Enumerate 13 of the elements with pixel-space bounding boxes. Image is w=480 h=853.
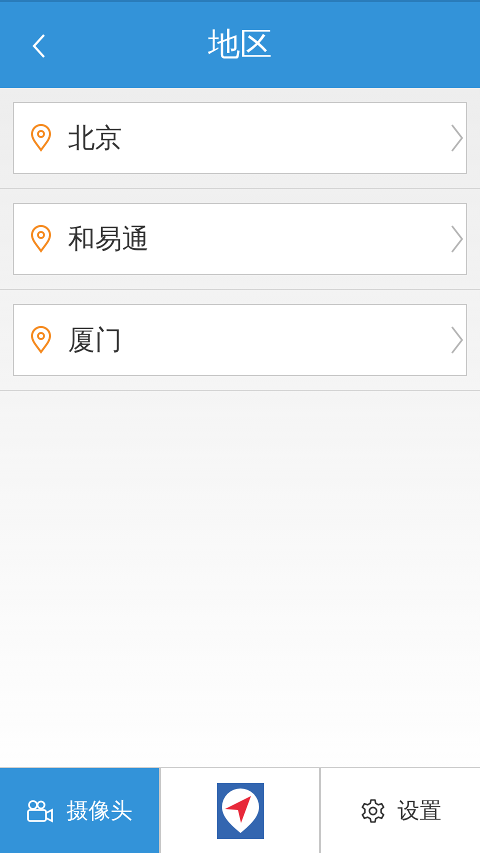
location-pin-icon bbox=[30, 124, 52, 152]
chevron-right-icon bbox=[450, 124, 464, 152]
video-camera-icon bbox=[26, 798, 54, 822]
region-item[interactable]: 和易通 bbox=[13, 203, 467, 275]
location-pin-icon bbox=[30, 225, 52, 253]
region-item[interactable]: 北京 bbox=[13, 102, 467, 174]
settings-icon bbox=[360, 798, 386, 824]
page-title: 地区 bbox=[208, 24, 272, 65]
location-pin-icon bbox=[30, 326, 52, 354]
region-item[interactable]: 厦门 bbox=[13, 304, 467, 376]
chevron-right-icon bbox=[450, 225, 464, 253]
chevron-right-icon bbox=[450, 326, 464, 354]
navigation-logo-icon bbox=[216, 782, 264, 838]
